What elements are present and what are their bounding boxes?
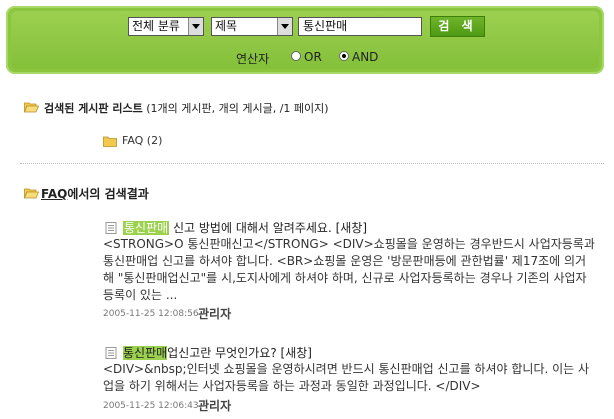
results-board-link[interactable]: FAQ <box>41 187 67 201</box>
document-icon <box>105 347 117 359</box>
or-radio[interactable] <box>291 51 301 61</box>
board-list-summary: (1개의 게시판, 개의 게시글, /1 페이지) <box>146 102 329 115</box>
result-title-text: 신고 방법에 대해서 알려주세요. [새창] <box>169 221 368 235</box>
search-input[interactable]: 통신판매 <box>298 17 422 36</box>
divider <box>20 163 604 164</box>
search-button[interactable]: 검 색 <box>430 16 485 37</box>
field-select-value: 제목 <box>215 19 238 33</box>
result-title[interactable]: 통신판매 신고 방법에 대해서 알려주세요. [새창] <box>123 219 367 236</box>
result-title-highlight: 통신판매 <box>123 221 170 235</box>
chevron-down-icon[interactable] <box>277 18 292 35</box>
result-date: 2005-11-25 12:08:56 <box>103 309 199 319</box>
and-radio[interactable] <box>339 51 349 61</box>
operator-label: 연산자 <box>236 52 270 66</box>
board-list-title: 검색된 게시판 리스트 <box>44 102 143 115</box>
result-author: 관리자 <box>198 399 232 413</box>
document-icon <box>105 222 117 234</box>
category-select[interactable]: 전체 분류 <box>128 17 204 36</box>
result-author: 관리자 <box>198 307 232 321</box>
result-snippet: <DIV>&nbsp;인터넷 쇼핑몰을 운영하시려면 반드시 통신판매업 신고를… <box>103 362 590 393</box>
result-snippet: <STRONG>O 통신판매신고</STRONG> <DIV>쇼핑몰을 운영하는… <box>103 237 595 302</box>
result-title-text: 업신고란 무엇인가요? [새창] <box>167 346 312 360</box>
board-link-faq[interactable]: FAQ (2) <box>122 134 162 147</box>
open-folder-icon <box>24 101 39 113</box>
and-label: AND <box>352 50 379 64</box>
board-list-heading: 검색된 게시판 리스트 (1개의 게시판, 개의 게시글, /1 페이지) <box>44 100 329 116</box>
result-title-highlight: 통신판매 <box>123 346 168 360</box>
open-folder-icon <box>24 187 39 199</box>
or-label: OR <box>304 50 322 64</box>
results-heading: FAQ에서의 검색결과 <box>41 185 149 202</box>
result-title[interactable]: 통신판매업신고란 무엇인가요? [새창] <box>123 344 312 361</box>
field-select[interactable]: 제목 <box>211 17 293 36</box>
results-heading-suffix: 에서의 검색결과 <box>67 187 149 201</box>
folder-icon <box>103 136 117 147</box>
chevron-down-icon[interactable] <box>188 18 203 35</box>
result-date: 2005-11-25 12:06:43 <box>103 401 199 411</box>
category-select-value: 전체 분류 <box>132 19 180 33</box>
